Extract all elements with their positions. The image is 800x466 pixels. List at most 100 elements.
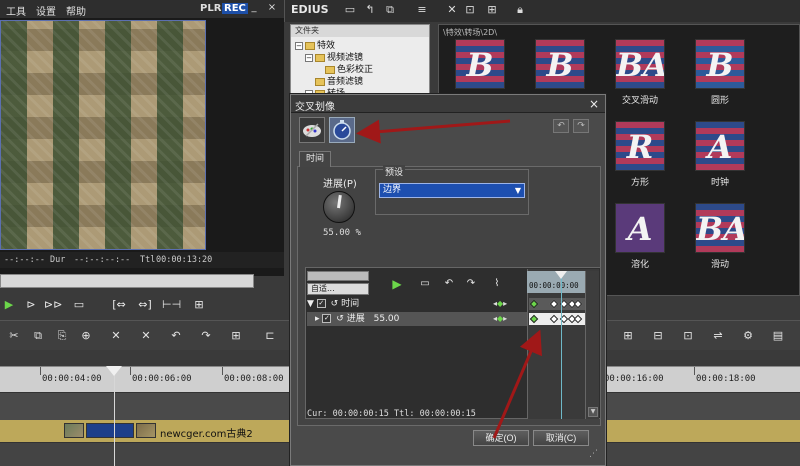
effect-thumbnail[interactable]: BA <box>695 203 745 253</box>
keyframe-row-time[interactable]: ▼ ✓ ↺ 时间 ◂◆▸ <box>307 297 527 311</box>
transition-clip[interactable] <box>86 423 134 438</box>
effect-thumbnail[interactable]: BA <box>615 39 665 89</box>
timeline-playhead[interactable] <box>114 366 115 466</box>
folder-icon[interactable]: ▭ <box>343 3 357 17</box>
effect-thumbnail[interactable]: B <box>695 39 745 89</box>
set-out-icon[interactable]: ⇔] <box>136 297 154 313</box>
minimize-button[interactable]: _ <box>248 2 260 14</box>
collapse-icon[interactable]: − <box>295 41 303 50</box>
clip-thumbnail[interactable] <box>64 423 84 438</box>
preset-dropdown[interactable]: 边界 ▼ <box>379 183 525 198</box>
copy-icon[interactable]: ⧉ <box>30 328 46 344</box>
keyframe-playhead[interactable] <box>561 271 562 419</box>
keyframe-marker[interactable] <box>529 314 539 324</box>
keyframe-track-time[interactable] <box>529 298 585 310</box>
insert-icon[interactable]: ⊕ <box>78 328 94 344</box>
keyframe-nav[interactable]: ◂◆▸ <box>493 297 507 311</box>
resize-grip-icon[interactable]: ⋰ <box>589 449 598 459</box>
keyframe-scrollbar[interactable]: ▼ <box>585 271 599 419</box>
timing-tool-button[interactable] <box>329 117 355 143</box>
lock-track-icon[interactable]: ⊡ <box>680 328 696 344</box>
sync-icon[interactable]: ⇌ <box>710 328 726 344</box>
ttl-label: Ttl <box>140 255 156 265</box>
menu-help[interactable]: 帮助 <box>66 3 86 18</box>
align-icon[interactable]: ≡ <box>415 3 429 17</box>
keyframe-marker[interactable] <box>549 314 559 324</box>
plr-label[interactable]: PLR <box>200 3 221 14</box>
view-icon[interactable]: ⊞ <box>485 3 499 17</box>
tab-time[interactable]: 时间 <box>299 151 331 167</box>
copy-icon[interactable]: ⧉ <box>383 3 397 17</box>
effect-thumbnail[interactable]: B <box>535 39 585 89</box>
reset-icon[interactable]: ↺ <box>336 314 344 324</box>
effect-thumbnail[interactable]: A <box>695 121 745 171</box>
play-icon[interactable]: ▶ <box>0 297 18 313</box>
collapse-icon[interactable]: − <box>305 53 313 62</box>
play-icon[interactable]: ▶ <box>389 277 405 291</box>
zoom-icon[interactable]: ⊞ <box>620 328 636 344</box>
cut-icon[interactable]: ✂ <box>6 328 22 344</box>
enable-checkbox[interactable]: ✓ <box>322 314 332 323</box>
keyframe-track-progress[interactable] <box>529 313 585 325</box>
insert-icon[interactable]: ⊞ <box>190 297 208 313</box>
loop-icon[interactable]: ▭ <box>70 297 88 313</box>
undo-icon[interactable]: ↶ <box>168 328 184 344</box>
preview-video <box>0 20 206 250</box>
up-folder-icon[interactable]: ↰ <box>363 3 377 17</box>
keyframe-marker[interactable] <box>549 299 559 309</box>
edius-header: EDIUS ▭ ↰ ⧉ ≡ ✕ ⊡ ⊞ 🔒︎ <box>284 0 800 22</box>
scroll-down-icon[interactable]: ▼ <box>588 407 598 417</box>
effect-thumbnail[interactable]: B <box>455 39 505 89</box>
scrub-bar[interactable] <box>0 274 254 288</box>
effect-thumbnail[interactable]: R <box>615 121 665 171</box>
redo-small-icon[interactable]: ↷ <box>573 119 589 133</box>
playhead-handle-icon[interactable] <box>106 366 122 376</box>
keyframe-marker[interactable] <box>529 299 539 309</box>
expand-right-icon[interactable]: ▸ <box>315 314 320 324</box>
clip-thumbnail[interactable] <box>136 423 156 438</box>
menu-tools[interactable]: 工具 <box>6 3 26 18</box>
undo-small-icon[interactable]: ↶ <box>553 119 569 133</box>
menu-settings[interactable]: 设置 <box>36 3 56 18</box>
rec-label[interactable]: REC <box>222 3 248 14</box>
effect-thumbnail[interactable]: A <box>615 203 665 253</box>
keyframe-marker[interactable] <box>573 314 583 324</box>
loop-preview-icon[interactable]: ▭ <box>417 277 433 291</box>
properties-icon[interactable]: ⊡ <box>463 3 477 17</box>
ok-button[interactable]: 确定(O) <box>473 430 529 446</box>
delete-icon[interactable]: ✕ <box>445 3 459 17</box>
render-icon[interactable]: ⊞ <box>228 328 244 344</box>
cancel-button[interactable]: 取消(C) <box>533 430 589 446</box>
marker-icon[interactable]: ⊟ <box>650 328 666 344</box>
set-in-icon[interactable]: [⇔ <box>110 297 128 313</box>
settings-icon[interactable]: ⚙ <box>740 328 756 344</box>
keyframe-nav[interactable]: ◂◆▸ <box>493 312 507 326</box>
effect-glyph: BA <box>616 46 665 84</box>
dialog-close-button[interactable]: × <box>589 97 599 111</box>
palette-tool-button[interactable] <box>299 117 325 143</box>
snap-icon[interactable]: ⊏ <box>262 328 278 344</box>
keyframe-marker[interactable] <box>573 299 583 309</box>
split-icon[interactable]: ⊢⊣ <box>162 297 181 313</box>
keyframe-mode-combo[interactable]: 自适... <box>307 283 369 295</box>
redo-icon[interactable]: ↷ <box>463 277 479 291</box>
redo-icon[interactable]: ↷ <box>198 328 214 344</box>
keyframe-zoom-slider[interactable] <box>307 271 369 281</box>
expand-icon[interactable]: ▼ <box>307 299 314 309</box>
reset-icon[interactable]: ↺ <box>331 299 339 309</box>
dialog-titlebar[interactable]: 交叉划像 × <box>291 95 605 113</box>
paste-icon[interactable]: ⎘ <box>54 328 70 344</box>
fast-forward-icon[interactable]: ⊳⊳ <box>44 297 62 313</box>
delete-icon[interactable]: ✕ <box>108 328 124 344</box>
close-button[interactable]: × <box>266 2 278 14</box>
keyframe-row-progress[interactable]: ▸ ✓ ↺ 进展 55.00 ◂◆▸ <box>307 312 527 326</box>
lock-icon[interactable]: 🔒︎ <box>513 3 527 17</box>
row-value[interactable]: 55.00 <box>374 314 400 324</box>
step-forward-icon[interactable]: ⊳ <box>22 297 40 313</box>
keyframe-playhead-handle-icon[interactable] <box>555 271 567 279</box>
enable-checkbox[interactable]: ✓ <box>316 299 326 308</box>
undo-icon[interactable]: ↶ <box>441 277 457 291</box>
ripple-delete-icon[interactable]: ✕ <box>138 328 154 344</box>
graph-icon[interactable]: ⌇ <box>489 277 505 291</box>
more-icon[interactable]: ▤ <box>770 328 786 344</box>
